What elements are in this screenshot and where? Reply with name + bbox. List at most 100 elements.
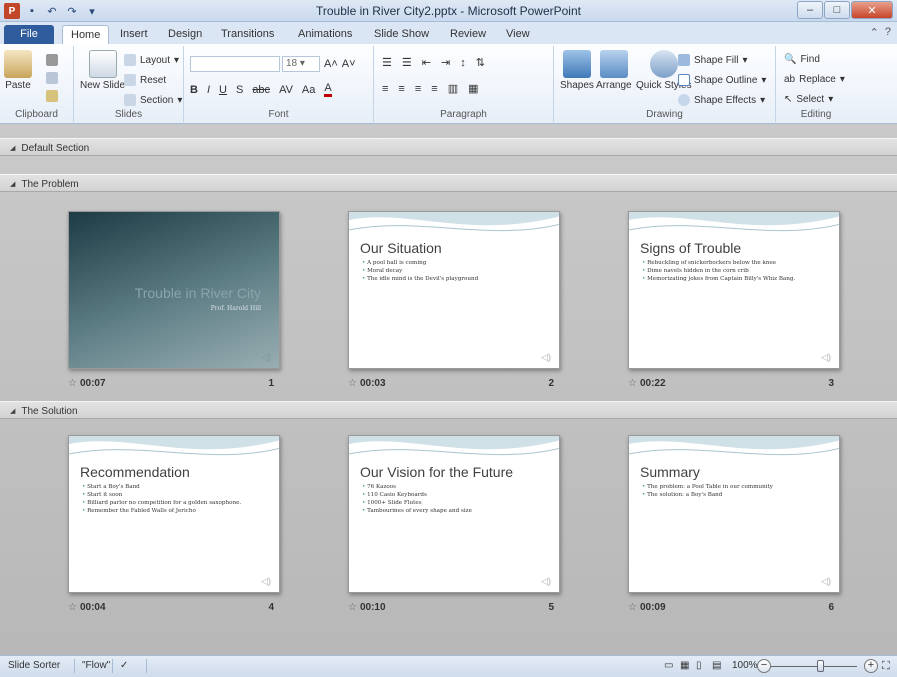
arrange-button[interactable]: Arrange xyxy=(596,50,632,91)
columns-icon[interactable]: ▥ xyxy=(448,82,458,95)
grow-font-icon[interactable]: A˄ xyxy=(324,58,338,70)
char-spacing-icon[interactable]: AV xyxy=(279,84,293,96)
maximize-icon[interactable]: □ xyxy=(824,1,850,19)
slide-thumbnail-6[interactable]: Summary The problem: a Pool Table in our… xyxy=(628,435,840,593)
change-case-icon[interactable]: Aa xyxy=(302,84,315,96)
collapse-triangle-icon[interactable]: ◢ xyxy=(10,144,15,152)
find-button[interactable]: 🔍 Find xyxy=(784,54,820,65)
slide-sorter-pane[interactable]: ◢ Default Section ◢ The Problem Trouble … xyxy=(0,124,897,655)
layout-button[interactable]: Layout ▾ xyxy=(124,54,179,66)
section-button[interactable]: Section ▾ xyxy=(124,94,182,106)
shape-fill-button[interactable]: Shape Fill ▾ xyxy=(678,54,748,66)
help-icon[interactable]: ? xyxy=(885,26,891,39)
slide-thumbnail-2[interactable]: Our Situation A pool hall is coming Mora… xyxy=(348,211,560,369)
slide-thumbnail-4[interactable]: Recommendation Start a Boy's Band Start … xyxy=(68,435,280,593)
collapse-triangle-icon[interactable]: ◢ xyxy=(10,180,15,188)
slide-thumbnail-3[interactable]: Signs of Trouble Rebuckling of snickerbo… xyxy=(628,211,840,369)
align-right-icon[interactable]: ≡ xyxy=(415,83,421,95)
minimize-ribbon-icon[interactable]: ⌃ xyxy=(870,26,879,39)
tab-animations[interactable]: Animations xyxy=(290,25,360,44)
font-size-box[interactable]: 18 ▾ xyxy=(282,56,320,72)
normal-view-icon[interactable]: ▭ xyxy=(664,660,673,671)
slide-show-view-icon[interactable]: ▤ xyxy=(712,660,721,671)
slide-number: 1 xyxy=(268,378,274,389)
zoom-in-icon[interactable]: + xyxy=(864,659,878,673)
shape-outline-button[interactable]: Shape Outline ▾ xyxy=(678,74,766,86)
zoom-out-icon[interactable]: − xyxy=(757,659,771,673)
line-spacing-icon[interactable]: ↕ xyxy=(460,57,466,69)
font-label: Font xyxy=(268,109,289,120)
status-bar: Slide Sorter "Flow" ✓ ▭ ▦ ▯ ▤ 100% − + ⛶ xyxy=(0,655,897,677)
zoom-slider-track[interactable] xyxy=(771,666,857,667)
increase-indent-icon[interactable]: ⇥ xyxy=(441,56,450,69)
smartart-icon[interactable]: ▦ xyxy=(468,82,478,95)
tab-home[interactable]: Home xyxy=(62,25,110,44)
justify-icon[interactable]: ≡ xyxy=(431,83,437,95)
align-left-icon[interactable]: ≡ xyxy=(382,83,388,95)
tab-transitions[interactable]: Transitions xyxy=(213,25,282,44)
underline-icon[interactable]: U xyxy=(219,84,227,96)
close-icon[interactable]: ✕ xyxy=(851,1,893,19)
collapse-triangle-icon[interactable]: ◢ xyxy=(10,407,15,415)
tab-file[interactable]: File xyxy=(4,25,54,44)
shadow-icon[interactable]: S xyxy=(236,84,243,96)
font-name-box[interactable] xyxy=(190,56,280,72)
text-direction-icon[interactable]: ⇅ xyxy=(476,56,485,69)
slide-thumbnail-1[interactable]: Trouble in River City Prof. Harold Hill … xyxy=(68,211,280,369)
tab-view[interactable]: View xyxy=(498,25,538,44)
align-center-icon[interactable]: ≡ xyxy=(398,83,404,95)
paste-button[interactable]: Paste xyxy=(4,50,32,91)
tab-review[interactable]: Review xyxy=(442,25,494,44)
font-group: 18 ▾ A˄ A˅ B I U S abc AV Aa A Font xyxy=(184,46,374,122)
shrink-font-icon[interactable]: A˅ xyxy=(342,58,356,70)
bold-icon[interactable]: B xyxy=(190,84,198,96)
minimize-icon[interactable]: – xyxy=(797,1,823,19)
bullet: 76 Kazoos xyxy=(362,483,472,491)
transition-icon[interactable]: ☆ xyxy=(628,378,637,389)
shapes-button[interactable]: Shapes xyxy=(560,50,594,91)
transition-icon[interactable]: ☆ xyxy=(348,602,357,613)
transition-icon[interactable]: ☆ xyxy=(68,602,77,613)
zoom-level[interactable]: 100% xyxy=(732,660,758,671)
slide-thumbnail-5[interactable]: Our Vision for the Future 76 Kazoos 110 … xyxy=(348,435,560,593)
strikethrough-icon[interactable]: abc xyxy=(252,84,270,96)
spell-check-icon[interactable]: ✓ xyxy=(120,660,128,671)
shape-effects-button[interactable]: Shape Effects ▾ xyxy=(678,94,765,106)
copy-icon[interactable] xyxy=(46,72,58,84)
replace-button[interactable]: ab Replace ▾ xyxy=(784,74,845,85)
shape-effects-icon xyxy=(678,94,690,106)
cut-icon[interactable] xyxy=(46,54,58,66)
decrease-indent-icon[interactable]: ⇤ xyxy=(422,56,431,69)
new-slide-icon xyxy=(88,50,117,78)
select-button[interactable]: ↖ Select ▾ xyxy=(784,94,833,105)
font-color-icon[interactable]: A xyxy=(324,82,332,97)
section-header-the-problem[interactable]: ◢ The Problem xyxy=(0,174,897,192)
tab-slide-show[interactable]: Slide Show xyxy=(366,25,437,44)
section-header-the-solution[interactable]: ◢ The Solution xyxy=(0,401,897,419)
slide-meta-3: ☆ 00:22 3 xyxy=(628,378,834,389)
new-slide-button[interactable]: New Slide xyxy=(80,50,125,91)
reset-icon xyxy=(124,74,136,86)
reset-button[interactable]: Reset xyxy=(124,74,166,86)
tab-insert[interactable]: Insert xyxy=(112,25,156,44)
section-header-default[interactable]: ◢ Default Section xyxy=(0,138,897,156)
transition-icon[interactable]: ☆ xyxy=(348,378,357,389)
numbering-icon[interactable]: ☰ xyxy=(402,56,412,69)
italic-icon[interactable]: I xyxy=(207,84,210,96)
bullets-icon[interactable]: ☰ xyxy=(382,56,392,69)
slide-bullets: 76 Kazoos 110 Casio Keyboards 1000+ Slid… xyxy=(362,483,472,515)
tab-design[interactable]: Design xyxy=(160,25,210,44)
slide-number: 4 xyxy=(268,602,274,613)
format-painter-icon[interactable] xyxy=(46,90,58,102)
fit-to-window-icon[interactable]: ⛶ xyxy=(882,660,890,673)
zoom-slider-thumb[interactable] xyxy=(817,660,824,672)
reading-view-icon[interactable]: ▯ xyxy=(696,660,702,671)
transition-icon[interactable]: ☆ xyxy=(68,378,77,389)
slide-sorter-view-icon[interactable]: ▦ xyxy=(680,660,689,671)
theme-name[interactable]: "Flow" xyxy=(82,660,110,671)
bullet: Remember the Fabled Walls of Jericho xyxy=(82,507,241,515)
wave-decoration xyxy=(69,436,279,456)
wave-decoration xyxy=(349,212,559,232)
shape-outline-icon xyxy=(678,74,690,86)
transition-icon[interactable]: ☆ xyxy=(628,602,637,613)
